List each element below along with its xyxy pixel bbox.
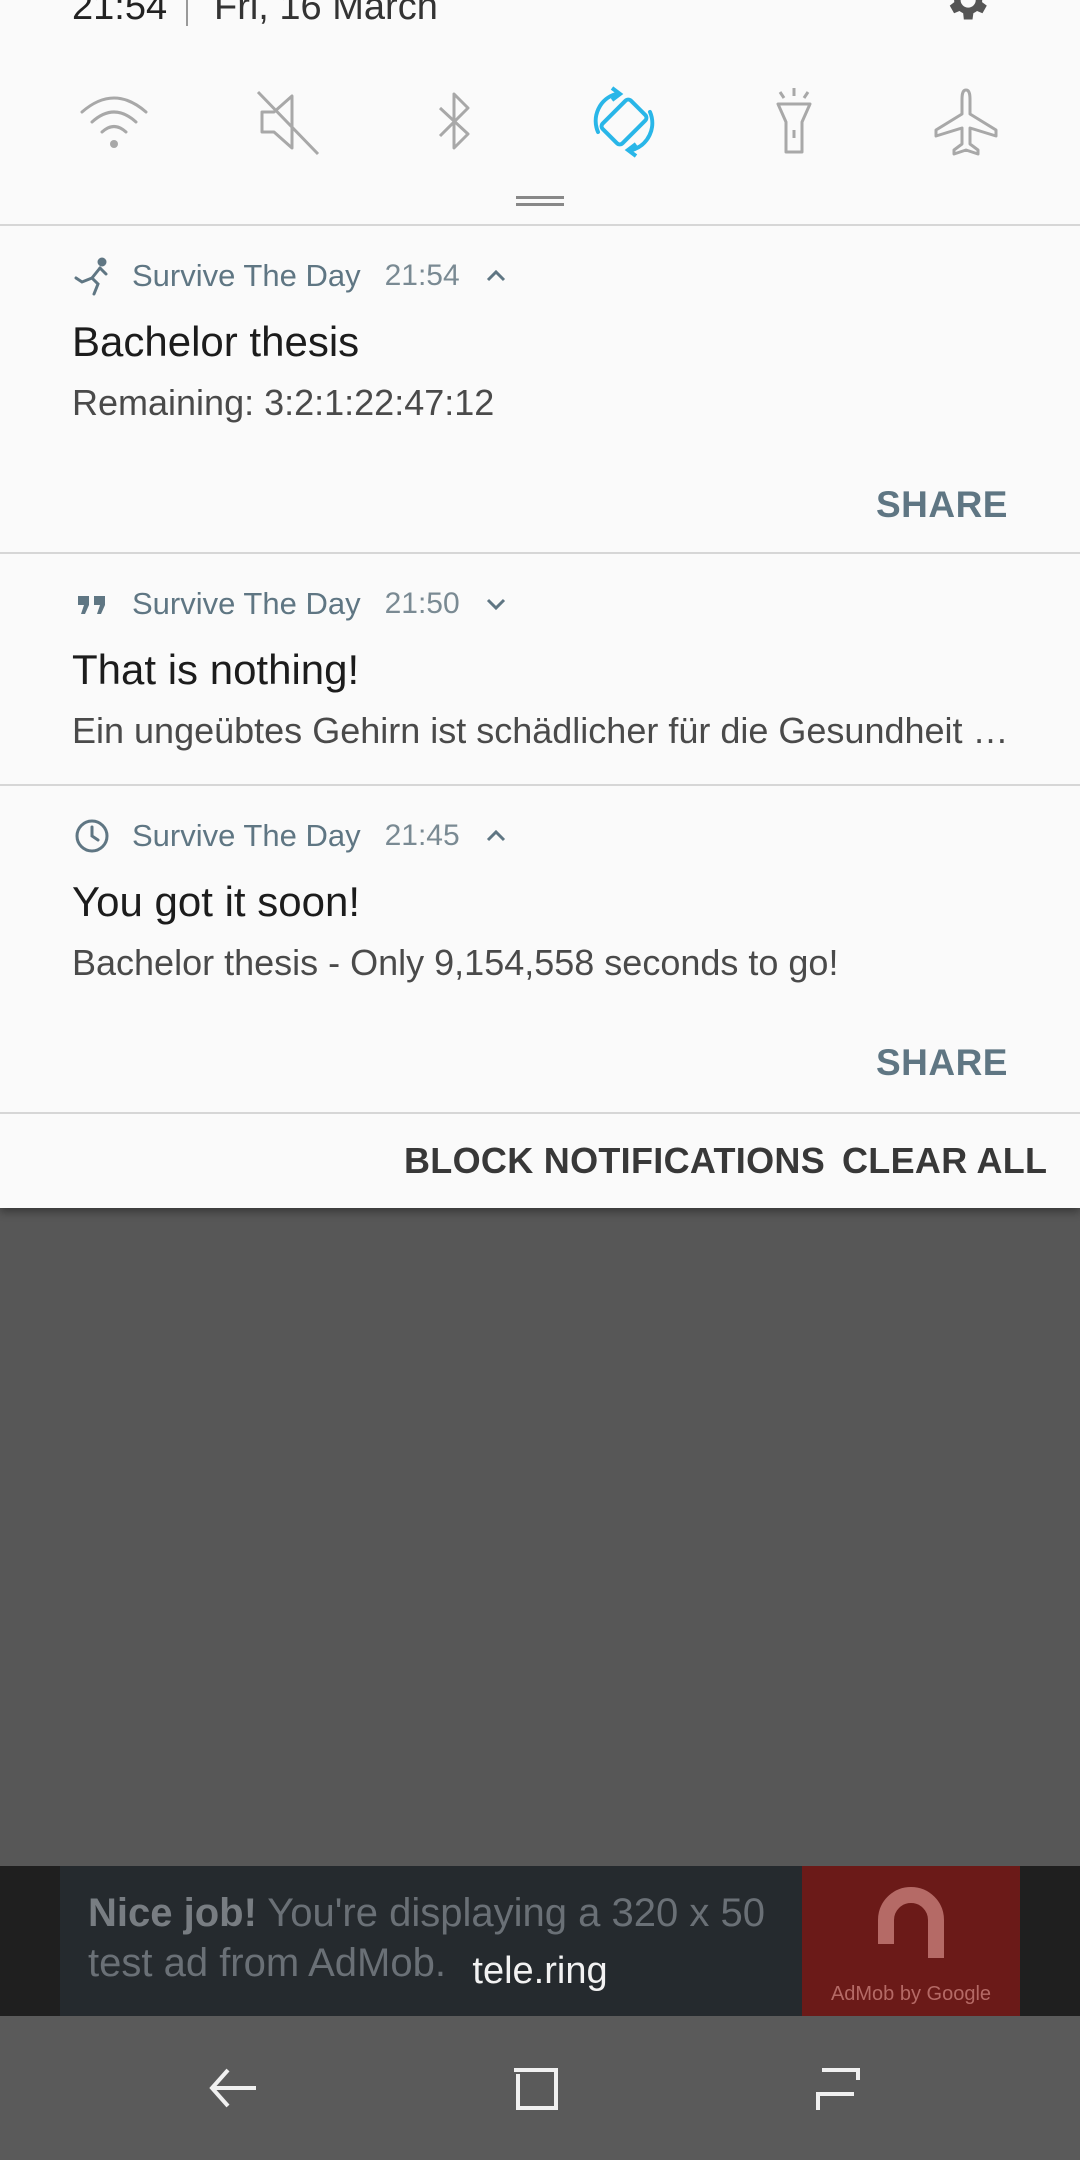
notification-text: Remaining: 3:2:1:22:47:12 [72, 382, 495, 423]
notification-time: 21:50 [384, 587, 460, 620]
notification-title: That is nothing! [72, 646, 360, 693]
notification-text: Ein ungeübtes Gehirn ist schädlicher für… [72, 710, 1012, 751]
ad-headline: Nice job! [88, 1891, 257, 1935]
home-icon[interactable] [506, 2058, 566, 2118]
settings-gear-icon[interactable] [940, 0, 992, 26]
notification-app-name: Survive The Day [132, 258, 361, 293]
notification-app-name: Survive The Day [132, 586, 361, 621]
panel-actions-bar: BLOCK NOTIFICATIONS CLEAR ALL [0, 1112, 1080, 1208]
notification-title: You got it soon! [72, 878, 361, 925]
notification-panel: 21:54 Fri, 16 March Survive The Day 21:5… [0, 0, 1080, 1208]
recent-apps-icon[interactable] [808, 2058, 868, 2118]
bluetooth-icon[interactable] [416, 84, 492, 160]
date: Fri, 16 March [214, 0, 438, 28]
ad-content: Nice job! You're displaying a 320 x 50 t… [60, 1866, 804, 2016]
notification-text: Bachelor thesis - Only 9,154,558 seconds… [72, 942, 839, 983]
chevron-up-icon[interactable] [482, 262, 510, 290]
ad-banner[interactable]: Nice job! You're displaying a 320 x 50 t… [0, 1866, 1080, 2016]
airplane-mode-icon[interactable] [928, 84, 1004, 160]
panel-drag-handle[interactable] [516, 196, 564, 206]
notification-header: Survive The Day 21:45 [72, 816, 510, 856]
notification-time: 21:45 [384, 819, 460, 852]
notification-time: 21:54 [384, 259, 460, 292]
share-button[interactable]: SHARE [876, 1042, 1008, 1084]
notification-item[interactable]: Survive The Day 21:54 Bachelor thesis Re… [0, 226, 1080, 552]
notification-header: Survive The Day 21:54 [72, 256, 510, 296]
clock: 21:54 [72, 0, 168, 28]
auto-rotate-icon[interactable] [586, 84, 662, 160]
clock-icon [72, 816, 112, 856]
notification-app-name: Survive The Day [132, 818, 361, 853]
runner-icon [72, 256, 112, 296]
notification-item[interactable]: Survive The Day 21:45 You got it soon! B… [0, 786, 1080, 1112]
notification-header: Survive The Day 21:50 [72, 584, 510, 624]
wifi-icon[interactable] [76, 84, 152, 160]
carrier-name: tele.ring [472, 1950, 608, 1992]
quote-icon [72, 584, 112, 624]
block-notifications-button[interactable]: BLOCK NOTIFICATIONS [404, 1140, 825, 1182]
flashlight-icon[interactable] [756, 84, 832, 160]
chevron-down-icon[interactable] [482, 590, 510, 618]
mute-icon[interactable] [250, 84, 326, 160]
back-icon[interactable] [204, 2058, 264, 2118]
status-row: 21:54 Fri, 16 March [0, 0, 1080, 40]
share-button[interactable]: SHARE [876, 484, 1008, 526]
admob-logo: AdMob by Google [802, 1866, 1020, 2016]
notification-item[interactable]: Survive The Day 21:50 That is nothing! E… [0, 554, 1080, 784]
chevron-up-icon[interactable] [482, 822, 510, 850]
notification-title: Bachelor thesis [72, 318, 360, 365]
separator [186, 0, 188, 26]
navigation-bar [0, 2016, 1080, 2160]
clear-all-button[interactable]: CLEAR ALL [842, 1140, 1047, 1182]
